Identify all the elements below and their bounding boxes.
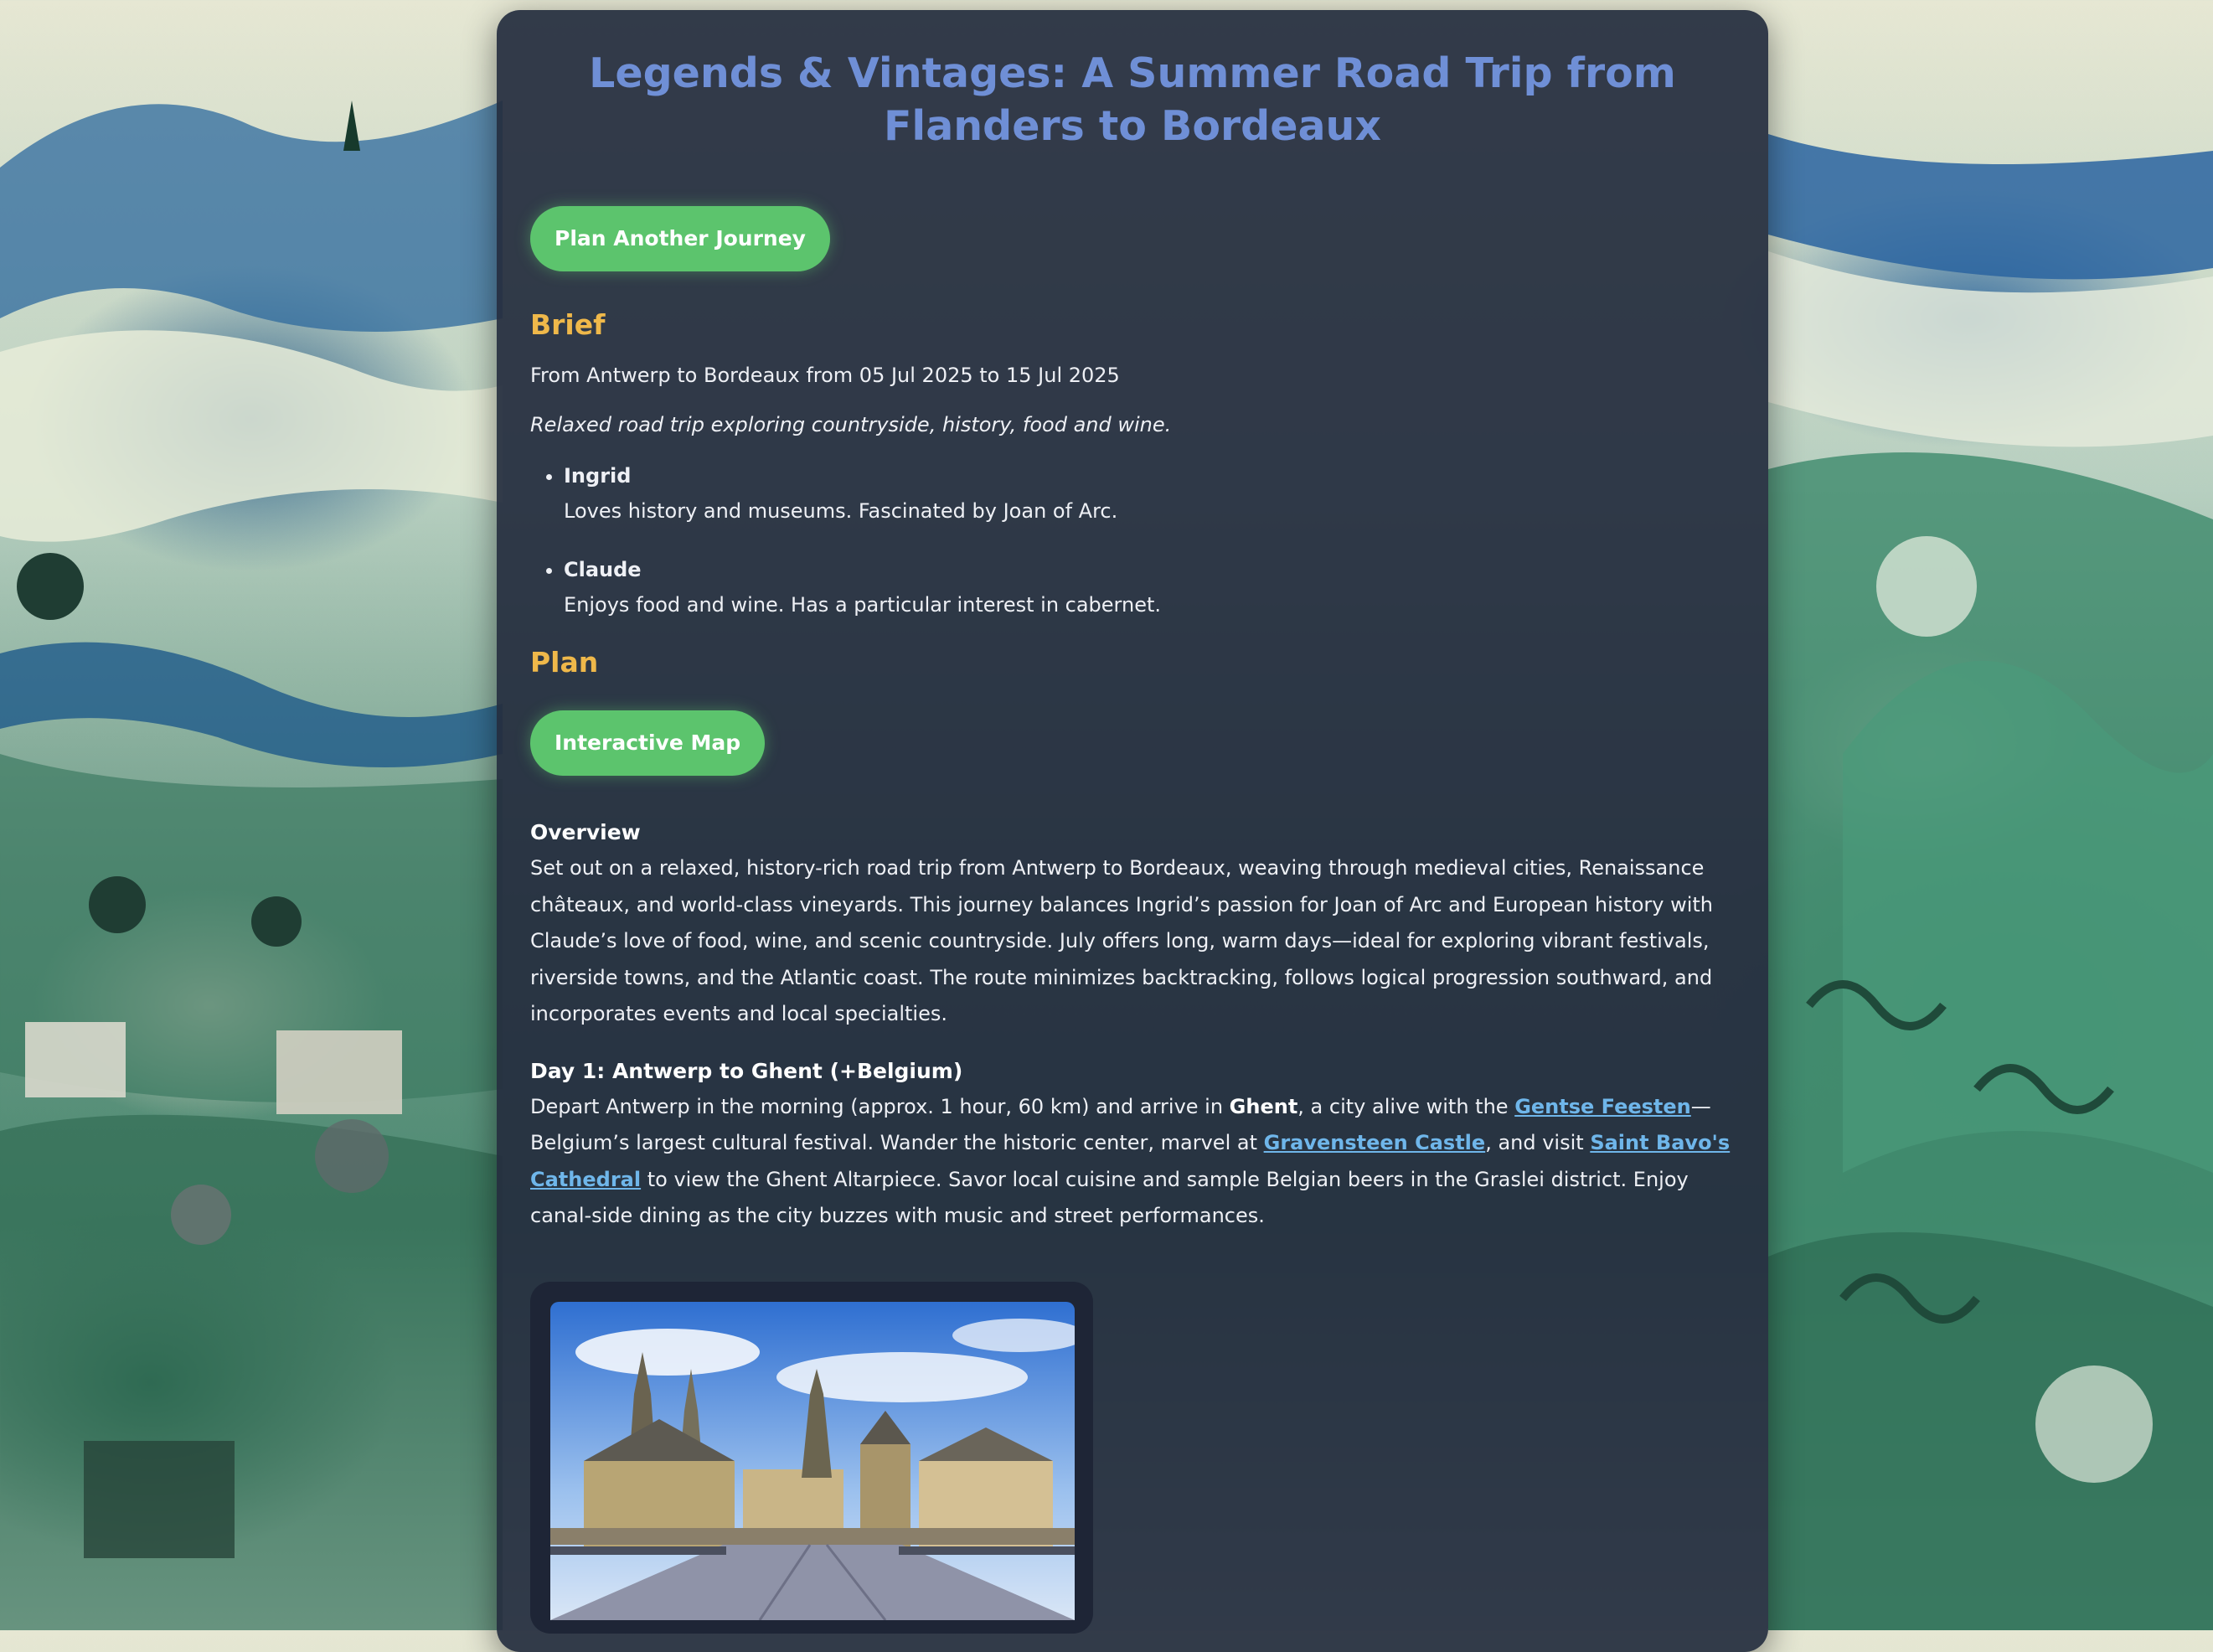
text-segment: Depart Antwerp in the morning (approx. 1…	[530, 1094, 1230, 1118]
overview-title: Overview	[530, 820, 641, 844]
gentse-feesten-link[interactable]: Gentse Feesten	[1514, 1095, 1691, 1118]
traveller-info: Loves history and museums. Fascinated by…	[564, 499, 1118, 523]
day-1-title: Day 1: Antwerp to Ghent (+Belgium)	[530, 1058, 963, 1083]
plan-another-journey-button[interactable]: Plan Another Journey	[530, 206, 830, 271]
traveller-list: Ingrid Loves history and museums. Fascin…	[530, 458, 1735, 622]
ghent-skyline-photo	[550, 1301, 1075, 1620]
brief-heading: Brief	[530, 308, 606, 341]
text-segment: , and visit	[1485, 1131, 1591, 1154]
page-title: Legends & Vintages: A Summer Road Trip f…	[589, 49, 1676, 150]
traveller-name: Claude	[564, 558, 642, 581]
list-item: Ingrid Loves history and museums. Fascin…	[564, 458, 1735, 529]
city-name: Ghent	[1229, 1094, 1298, 1118]
photo-frame	[530, 1281, 1093, 1634]
interactive-map-button[interactable]: Interactive Map	[530, 710, 766, 776]
list-item: Claude Enjoys food and wine. Has a parti…	[564, 552, 1735, 622]
traveller-info: Enjoys food and wine. Has a particular i…	[564, 593, 1162, 617]
overview-text: Set out on a relaxed, history-rich road …	[530, 856, 1714, 1025]
trip-description: Relaxed road trip exploring countryside,…	[530, 413, 1172, 436]
day-1-text: Depart Antwerp in the morning (approx. 1…	[530, 1089, 1735, 1235]
text-segment: to view the Ghent Altarpiece. Savor loca…	[530, 1167, 1689, 1228]
gravensteen-castle-link[interactable]: Gravensteen Castle	[1264, 1131, 1486, 1154]
text-segment: , a city alive with the	[1297, 1094, 1515, 1118]
route-dates: From Antwerp to Bordeaux from 05 Jul 202…	[530, 364, 1120, 387]
traveller-name: Ingrid	[564, 464, 632, 488]
plan-heading: Plan	[530, 646, 599, 679]
itinerary-card: Legends & Vintages: A Summer Road Trip f…	[497, 10, 1768, 1652]
